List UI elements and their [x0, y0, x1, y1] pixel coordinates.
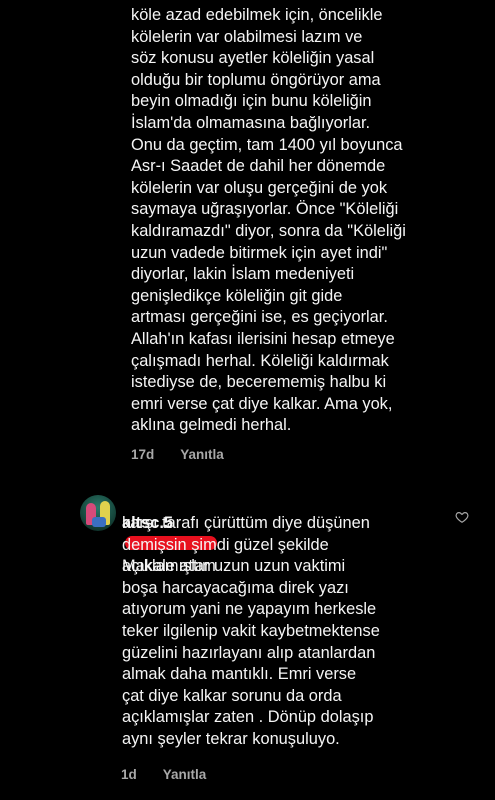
comment-text: köle azad edebilmek için, öncelikle köle…: [131, 6, 406, 435]
comment-meta: 1d Yanıtla: [121, 767, 232, 782]
reply-button[interactable]: Yanıtla: [180, 447, 224, 462]
comment-meta: 17d Yanıtla: [131, 447, 250, 462]
avatar[interactable]: [80, 495, 116, 531]
comment-time: 17d: [131, 447, 155, 462]
comment-text: karşı tarafı çürüttüm diye düşünen demiş…: [122, 514, 380, 748]
reply-button[interactable]: Yanıtla: [163, 767, 207, 782]
comment-time: 1d: [121, 767, 137, 782]
heart-outline-icon[interactable]: [455, 510, 469, 524]
